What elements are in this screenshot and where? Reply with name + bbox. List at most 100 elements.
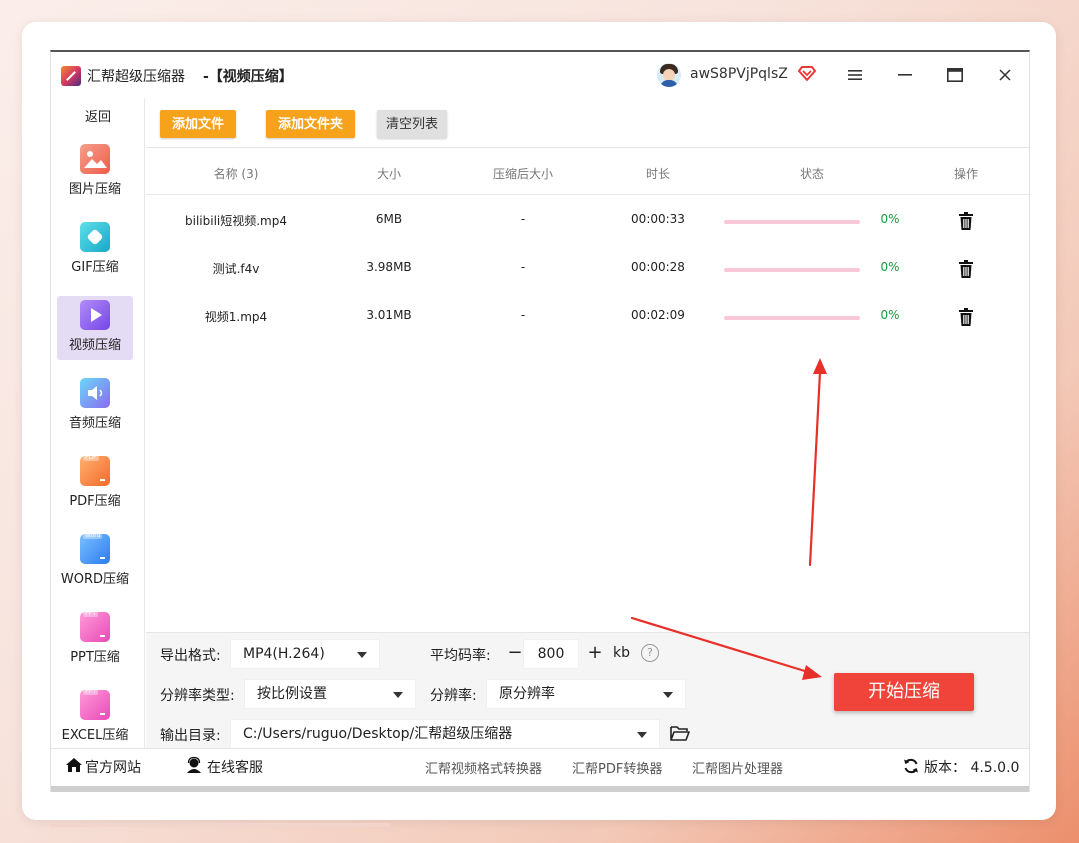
sidebar-item-label: 视频压缩 bbox=[68, 338, 121, 353]
sidebar-item-label: GIF压缩 bbox=[71, 260, 119, 275]
open-folder-icon[interactable] bbox=[670, 725, 690, 741]
vip-diamond-icon[interactable] bbox=[798, 64, 816, 82]
table-row[interactable]: 视频1.mp4 3.01MB - 00:02:09 0% bbox=[146, 294, 1029, 342]
column-header-size: 大小 bbox=[376, 167, 401, 181]
ppt-icon: PPT bbox=[80, 610, 110, 642]
resolution-type-value: 按比例设置 bbox=[257, 686, 327, 702]
resolution-label: 分辨率: bbox=[430, 688, 477, 704]
column-header-action: 操作 bbox=[953, 167, 978, 181]
add-file-button[interactable]: 添加文件 bbox=[160, 110, 237, 138]
app-title: 汇帮超级压缩器 bbox=[87, 69, 185, 85]
bitrate-unit: kb bbox=[613, 645, 630, 661]
column-header-compressed-size: 压缩后大小 bbox=[492, 167, 553, 181]
bitrate-increase-button[interactable]: + bbox=[584, 639, 606, 669]
pdf-icon: PDF bbox=[80, 454, 110, 486]
format-label: 导出格式: bbox=[160, 648, 221, 664]
sidebar-item-label: WORD压缩 bbox=[60, 572, 130, 587]
chevron-down-icon bbox=[393, 692, 403, 698]
sidebar-item-audio[interactable]: 音频压缩 bbox=[57, 374, 133, 438]
duration: 00:02:09 bbox=[631, 308, 685, 322]
table-header: 名称 (3) 大小 压缩后大小 时长 状态 操作 bbox=[146, 149, 1029, 195]
app-logo-icon bbox=[61, 66, 81, 86]
sidebar-item-label: EXCEL压缩 bbox=[61, 728, 129, 743]
trash-icon[interactable] bbox=[958, 259, 974, 279]
output-dir-value: C:/Users/ruguo/Desktop/汇帮超级压缩器 bbox=[243, 726, 513, 742]
video-icon bbox=[80, 300, 110, 330]
format-select[interactable]: MP4(H.264) bbox=[230, 639, 380, 669]
bottom-strip bbox=[51, 786, 1029, 792]
trash-icon[interactable] bbox=[958, 211, 974, 231]
maximize-icon[interactable] bbox=[942, 62, 968, 88]
compressed-size: - bbox=[520, 308, 526, 322]
progress-bar bbox=[724, 316, 860, 320]
sidebar-item-excel[interactable]: PPT EXCEL压缩 bbox=[57, 686, 133, 750]
refresh-icon[interactable] bbox=[903, 758, 919, 774]
sidebar-item-image[interactable]: 图片压缩 bbox=[57, 140, 133, 204]
chevron-down-icon bbox=[637, 732, 647, 738]
clear-list-button[interactable]: 清空列表 bbox=[377, 110, 448, 138]
column-header-status: 状态 bbox=[799, 167, 824, 181]
word-icon: Word bbox=[80, 532, 110, 564]
output-dir-label: 输出目录: bbox=[160, 728, 221, 744]
chevron-down-icon bbox=[663, 692, 673, 698]
customer-service-icon[interactable] bbox=[185, 756, 203, 774]
progress-percent: 0% bbox=[880, 260, 900, 274]
footer: 官方网站 在线客服 汇帮视频格式转换器 汇帮PDF转换器 汇帮图片处理器 版本：… bbox=[51, 748, 1029, 782]
progress-bar bbox=[724, 220, 860, 224]
file-name: 测试.f4v bbox=[212, 262, 260, 276]
file-size: 6MB bbox=[375, 212, 403, 226]
help-icon[interactable]: ? bbox=[641, 644, 659, 662]
duration: 00:00:28 bbox=[631, 260, 685, 274]
username[interactable]: awS8PVjPqlsZ bbox=[690, 66, 788, 82]
sidebar-item-video[interactable]: 视频压缩 bbox=[57, 296, 133, 360]
add-folder-button[interactable]: 添加文件夹 bbox=[266, 110, 356, 138]
trash-icon[interactable] bbox=[958, 307, 974, 327]
sidebar-item-pdf[interactable]: PDF PDF压缩 bbox=[57, 452, 133, 516]
compressed-size: - bbox=[520, 260, 526, 274]
pdf-converter-link[interactable]: 汇帮PDF转换器 bbox=[572, 758, 662, 777]
toolbar: 添加文件 添加文件夹 清空列表 bbox=[146, 98, 1029, 148]
back-button[interactable]: 返回 bbox=[51, 106, 145, 125]
sidebar-item-label: 音频压缩 bbox=[68, 416, 121, 431]
sidebar-item-ppt[interactable]: PPT PPT压缩 bbox=[57, 608, 133, 672]
user-avatar[interactable] bbox=[657, 63, 681, 87]
home-icon[interactable] bbox=[65, 757, 83, 773]
online-support-link[interactable]: 在线客服 bbox=[207, 757, 263, 777]
chevron-down-icon bbox=[357, 652, 367, 658]
sidebar-item-word[interactable]: Word WORD压缩 bbox=[57, 530, 133, 594]
app-window: 汇帮超级压缩器 -【视频压缩】 awS8PVjPqlsZ 返回 图片压缩 GIF… bbox=[50, 50, 1030, 792]
progress-bar bbox=[724, 268, 860, 272]
image-icon bbox=[80, 144, 110, 174]
title-bar: 汇帮超级压缩器 -【视频压缩】 awS8PVjPqlsZ bbox=[51, 52, 1029, 98]
file-size: 3.01MB bbox=[366, 308, 412, 322]
bitrate-input[interactable]: 800 bbox=[523, 639, 579, 669]
resolution-type-select[interactable]: 按比例设置 bbox=[244, 679, 416, 709]
sidebar-item-gif[interactable]: GIF压缩 bbox=[57, 218, 133, 282]
version-label: 版本： 4.5.0.0 bbox=[924, 760, 1020, 776]
official-website-link[interactable]: 官方网站 bbox=[85, 757, 141, 777]
bitrate-label: 平均码率: bbox=[430, 648, 491, 664]
compressed-size: - bbox=[520, 212, 526, 226]
column-header-name: 名称 (3) bbox=[213, 167, 259, 181]
duration: 00:00:33 bbox=[631, 212, 685, 226]
video-converter-link[interactable]: 汇帮视频格式转换器 bbox=[425, 758, 542, 777]
settings-panel: 导出格式: MP4(H.264) 平均码率: − 800 + kb ? 分辨率类… bbox=[146, 632, 1029, 749]
resolution-type-label: 分辨率类型: bbox=[160, 688, 235, 704]
output-dir-select[interactable]: C:/Users/ruguo/Desktop/汇帮超级压缩器 bbox=[230, 719, 660, 749]
minimize-icon[interactable] bbox=[892, 62, 918, 88]
start-compress-button[interactable]: 开始压缩 bbox=[834, 673, 974, 711]
progress-percent: 0% bbox=[880, 308, 900, 322]
file-size: 3.98MB bbox=[366, 260, 412, 274]
decorative-line bbox=[50, 823, 390, 827]
table-row[interactable]: bilibili短视频.mp4 6MB - 00:00:33 0% bbox=[146, 198, 1029, 246]
audio-icon bbox=[80, 378, 110, 408]
progress-percent: 0% bbox=[880, 212, 900, 226]
file-name: 视频1.mp4 bbox=[204, 310, 268, 324]
mode-title: -【视频压缩】 bbox=[203, 69, 293, 85]
table-row[interactable]: 测试.f4v 3.98MB - 00:00:28 0% bbox=[146, 246, 1029, 294]
image-processor-link[interactable]: 汇帮图片处理器 bbox=[692, 758, 783, 777]
close-icon[interactable] bbox=[992, 62, 1018, 88]
sidebar: 返回 图片压缩 GIF压缩 视频压缩 音频压缩 PDF PDF压缩 Word W… bbox=[51, 98, 145, 748]
resolution-select[interactable]: 原分辨率 bbox=[486, 679, 686, 709]
menu-icon[interactable] bbox=[842, 62, 868, 88]
